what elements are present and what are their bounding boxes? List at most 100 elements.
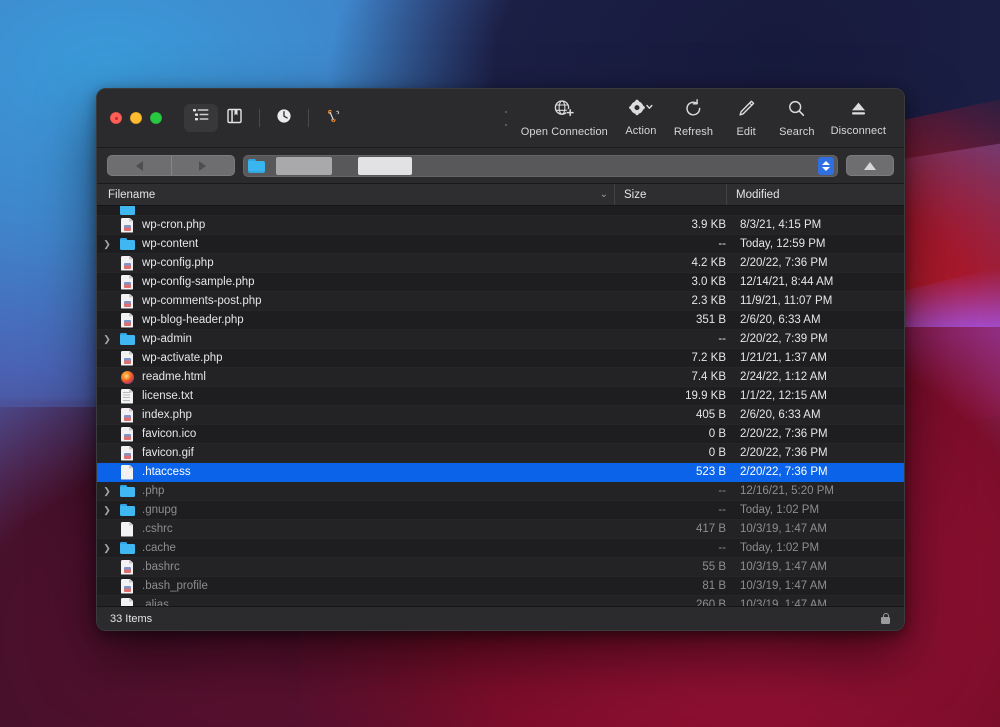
file-name-cell: wp-config.php [137, 257, 630, 269]
file-name-cell: favicon.ico [137, 428, 630, 440]
table-row[interactable]: license.txt19.9 KB1/1/22, 12:15 AM [97, 387, 904, 406]
file-modified-cell: 10/3/19, 1:47 AM [736, 523, 904, 535]
file-modified-cell: Today, 12:59 PM [736, 238, 904, 250]
disclosure-triangle-icon[interactable]: ❯ [97, 543, 117, 554]
edit-button[interactable]: Edit [721, 94, 771, 142]
file-modified-cell: 2/6/20, 6:33 AM [736, 314, 904, 326]
file-name-cell: wp-activate.php [137, 352, 630, 364]
table-row[interactable]: favicon.gif0 B2/20/22, 7:36 PM [97, 444, 904, 463]
triangle-right-icon [199, 161, 206, 171]
folder-icon [248, 159, 265, 173]
transfers-view-button[interactable] [316, 104, 350, 132]
table-row[interactable]: wp-config.php4.2 KB2/20/22, 7:36 PM [97, 254, 904, 273]
firefox-html-icon [121, 371, 134, 384]
forward-button[interactable] [172, 156, 235, 175]
file-name-cell: wp-config-sample.php [137, 276, 630, 288]
file-size-cell: 405 B [630, 409, 736, 421]
file-modified-cell: 10/3/19, 1:47 AM [736, 580, 904, 592]
up-down-chevron-icon[interactable] [818, 157, 834, 175]
php-file-icon [121, 427, 133, 442]
file-size-cell: 2.3 KB [630, 295, 736, 307]
view-tab-group [184, 104, 350, 132]
item-count-label: 33 Items [110, 613, 152, 625]
back-forward-control[interactable] [107, 155, 235, 176]
file-modified-cell: 8/3/21, 4:15 PM [736, 219, 904, 231]
column-header-filename[interactable]: Filename ⌄ [97, 189, 614, 201]
file-modified-cell: 2/20/22, 7:36 PM [736, 257, 904, 269]
disclosure-triangle-icon[interactable]: ❯ [97, 239, 117, 250]
file-modified-cell: 1/1/22, 12:15 AM [736, 390, 904, 402]
php-file-icon [121, 351, 133, 366]
table-row[interactable]: ❯.php--12/16/21, 5:20 PM [97, 482, 904, 501]
folder-icon [120, 504, 135, 516]
navigation-bar [97, 148, 904, 184]
file-name-cell: wp-blog-header.php [137, 314, 630, 326]
plain-file-icon [121, 465, 133, 480]
close-button[interactable] [110, 112, 122, 124]
table-row[interactable]: readme.html7.4 KB2/24/22, 1:12 AM [97, 368, 904, 387]
table-row[interactable]: .alias260 B10/3/19, 1:47 AM [97, 596, 904, 606]
plain-file-icon [121, 522, 133, 537]
table-row[interactable] [97, 206, 904, 216]
table-row[interactable]: .bash_profile81 B10/3/19, 1:47 AM [97, 577, 904, 596]
table-row[interactable]: ❯.gnupg--Today, 1:02 PM [97, 501, 904, 520]
php-file-icon [121, 579, 133, 594]
file-size-cell: -- [630, 542, 736, 554]
php-file-icon [121, 275, 133, 290]
table-row[interactable]: wp-config-sample.php3.0 KB12/14/21, 8:44… [97, 273, 904, 292]
file-name-cell: license.txt [137, 390, 630, 402]
eject-icon [849, 100, 868, 122]
file-modified-cell: Today, 1:02 PM [736, 542, 904, 554]
back-button[interactable] [108, 156, 172, 175]
table-row[interactable]: ❯.cache--Today, 1:02 PM [97, 539, 904, 558]
file-size-cell: 523 B [630, 466, 736, 478]
browser-view-button[interactable] [184, 104, 218, 132]
toolbar-overflow-dots[interactable] [505, 111, 507, 126]
minimize-button[interactable] [130, 112, 142, 124]
table-row[interactable]: wp-cron.php3.9 KB8/3/21, 4:15 PM [97, 216, 904, 235]
triangle-left-icon [136, 161, 143, 171]
chevron-down-icon: ⌄ [600, 189, 608, 200]
action-button[interactable]: Action [616, 94, 666, 142]
disclosure-triangle-icon[interactable]: ❯ [97, 486, 117, 497]
disconnect-button[interactable]: Disconnect [823, 94, 894, 142]
table-row[interactable]: .bashrc55 B10/3/19, 1:47 AM [97, 558, 904, 577]
file-modified-cell: 12/14/21, 8:44 AM [736, 276, 904, 288]
file-size-cell: 7.2 KB [630, 352, 736, 364]
file-modified-cell: 2/24/22, 1:12 AM [736, 371, 904, 383]
table-row[interactable]: wp-activate.php7.2 KB1/21/21, 1:37 AM [97, 349, 904, 368]
file-modified-cell: 2/20/22, 7:36 PM [736, 428, 904, 440]
parent-directory-button[interactable] [846, 155, 894, 176]
table-row[interactable]: ❯wp-content--Today, 12:59 PM [97, 235, 904, 254]
table-row[interactable]: .cshrc417 B10/3/19, 1:47 AM [97, 520, 904, 539]
refresh-button[interactable]: Refresh [666, 94, 721, 142]
path-bar[interactable] [243, 155, 838, 177]
disclosure-triangle-icon[interactable]: ❯ [97, 334, 117, 345]
file-size-cell: 7.4 KB [630, 371, 736, 383]
file-name-cell: .htaccess [137, 466, 630, 478]
history-view-button[interactable] [267, 104, 301, 132]
table-row[interactable]: index.php405 B2/6/20, 6:33 AM [97, 406, 904, 425]
refresh-label: Refresh [674, 126, 713, 138]
disclosure-triangle-icon[interactable]: ❯ [97, 505, 117, 516]
bookmarks-view-button[interactable] [218, 104, 252, 132]
search-button[interactable]: Search [771, 94, 822, 142]
lock-icon[interactable] [881, 613, 890, 624]
traffic-lights [97, 112, 162, 124]
table-row[interactable]: wp-blog-header.php351 B2/6/20, 6:33 AM [97, 311, 904, 330]
list-view-icon [193, 108, 210, 128]
zoom-button[interactable] [150, 112, 162, 124]
toolbar-divider-2 [308, 109, 309, 127]
table-row[interactable]: wp-comments-post.php2.3 KB11/9/21, 11:07… [97, 292, 904, 311]
php-file-icon [121, 408, 133, 423]
php-file-icon [121, 313, 133, 328]
column-header-modified[interactable]: Modified [726, 184, 904, 205]
column-header-size[interactable]: Size [614, 184, 726, 205]
file-list[interactable]: wp-cron.php3.9 KB8/3/21, 4:15 PM❯wp-cont… [97, 206, 904, 606]
open-connection-button[interactable]: Open Connection [513, 94, 616, 142]
table-row[interactable]: favicon.ico0 B2/20/22, 7:36 PM [97, 425, 904, 444]
table-row[interactable]: .htaccess523 B2/20/22, 7:36 PM [97, 463, 904, 482]
file-modified-cell: Today, 1:02 PM [736, 504, 904, 516]
file-modified-cell: 2/6/20, 6:33 AM [736, 409, 904, 421]
table-row[interactable]: ❯wp-admin--2/20/22, 7:39 PM [97, 330, 904, 349]
